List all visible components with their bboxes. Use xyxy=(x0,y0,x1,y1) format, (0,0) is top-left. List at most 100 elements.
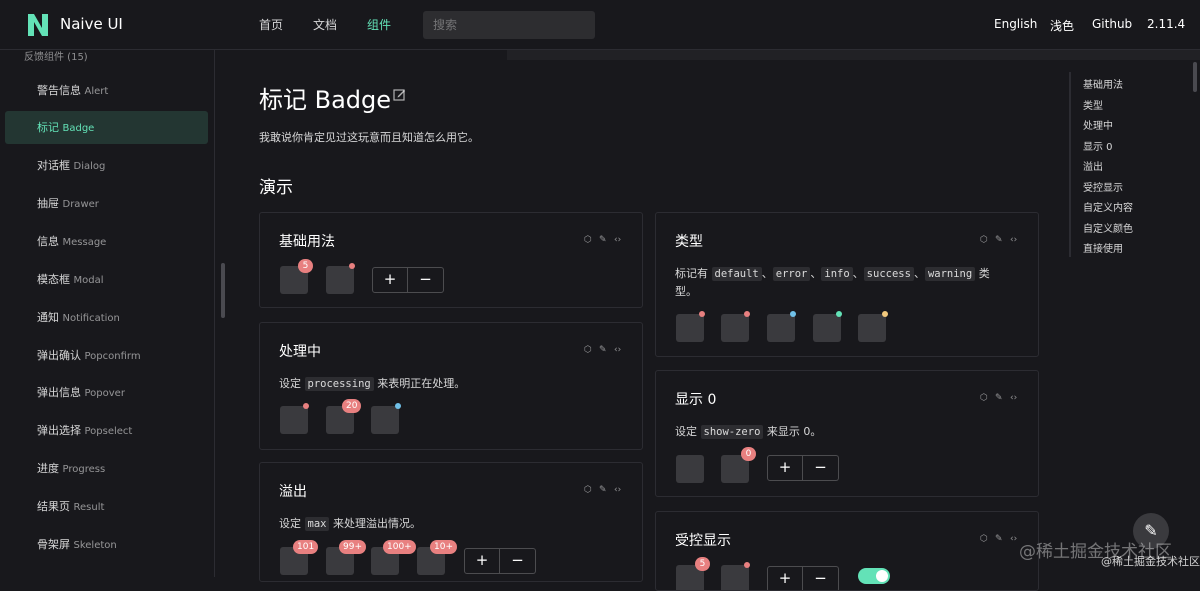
code-box-icon[interactable]: ⬡ xyxy=(980,393,990,403)
sidebar-item-cn: 抽屉 xyxy=(37,197,59,210)
show-switch[interactable] xyxy=(858,568,890,584)
code-icon[interactable]: ‹› xyxy=(1010,393,1020,403)
badge-target xyxy=(676,455,704,483)
sidebar-scrollbar[interactable] xyxy=(221,263,225,318)
page-title: 标记 Badge xyxy=(259,86,392,114)
decrement-button[interactable]: − xyxy=(803,455,839,481)
sidebar-item-message[interactable]: 信息 Message xyxy=(5,225,208,258)
badge-dot xyxy=(303,403,309,409)
code-box-icon[interactable]: ⬡ xyxy=(584,235,594,245)
anchor-link[interactable]: 自定义颜色 xyxy=(1083,220,1133,235)
code-box-icon[interactable]: ⬡ xyxy=(584,485,594,495)
brand-name[interactable]: Naive UI xyxy=(60,15,123,33)
sidebar-item-cn: 骨架屏 xyxy=(37,538,70,551)
card-description: 设定 max 来处理溢出情况。 xyxy=(279,515,421,533)
sidebar-item-result[interactable]: 结果页 Result xyxy=(5,490,208,523)
anchor-link[interactable]: 处理中 xyxy=(1083,117,1113,132)
sidebar-item-modal[interactable]: 模态框 Modal xyxy=(5,263,208,296)
sidebar-item-drawer[interactable]: 抽屉 Drawer xyxy=(5,187,208,220)
badge-count: 10+ xyxy=(430,540,457,554)
nav-docs[interactable]: 文档 xyxy=(313,16,337,33)
anchor-link[interactable]: 显示 0 xyxy=(1083,138,1113,153)
language-switch[interactable]: English xyxy=(994,17,1037,31)
card-toolbar: ⬡ ✎ ‹› xyxy=(980,393,1020,403)
sidebar-item-popover[interactable]: 弹出信息 Popover xyxy=(5,376,208,409)
increment-button[interactable]: + xyxy=(767,455,803,481)
inline-code: show-zero xyxy=(700,425,764,439)
card-toolbar: ⬡ ✎ ‹› xyxy=(584,235,624,245)
card-description: 设定 processing 来表明正在处理。 xyxy=(279,375,465,393)
desc-text: 来处理溢出情况。 xyxy=(329,517,421,530)
code-box-icon[interactable]: ⬡ xyxy=(980,235,990,245)
desc-text: 标记有 xyxy=(675,267,712,280)
theme-switch[interactable]: 浅色 xyxy=(1050,17,1074,34)
badge-count: 5 xyxy=(695,557,710,571)
code-icon[interactable]: ‹› xyxy=(1010,235,1020,245)
code-icon[interactable]: ‹› xyxy=(614,345,624,355)
demo-card-show-zero: 显示 0 ⬡ ✎ ‹› 设定 show-zero 来显示 0。 0 + − xyxy=(655,370,1039,497)
badge-target xyxy=(280,406,308,434)
nav-components[interactable]: 组件 xyxy=(367,16,391,33)
page-description: 我敢说你肯定见过这玩意而且知道怎么用它。 xyxy=(259,131,479,144)
anchor-link[interactable]: 基础用法 xyxy=(1083,76,1123,91)
badge-target xyxy=(721,565,749,590)
code-icon[interactable]: ‹› xyxy=(614,235,624,245)
pen-icon[interactable]: ✎ xyxy=(995,393,1005,403)
badge-dot-warning xyxy=(882,311,888,317)
badge-count: 101 xyxy=(293,540,319,554)
code-icon[interactable]: ‹› xyxy=(614,485,624,495)
pen-icon[interactable]: ✎ xyxy=(599,345,609,355)
badge-dot xyxy=(395,403,401,409)
anchor-link[interactable]: 溢出 xyxy=(1083,158,1103,173)
sidebar-item-cn: 进度 xyxy=(37,462,59,475)
demo-card-types: 类型 ⬡ ✎ ‹› 标记有 default、 error、 info、 success、 w… xyxy=(655,212,1039,357)
version-label[interactable]: 2.11.4 xyxy=(1147,17,1185,31)
card-title: 显示 0 xyxy=(675,392,717,408)
demo-card-processing: 处理中 ⬡ ✎ ‹› 设定 processing 来表明正在处理。 20 xyxy=(259,322,643,450)
badge-target xyxy=(767,314,795,342)
increment-button[interactable]: + xyxy=(464,548,500,574)
sidebar-item-dialog[interactable]: 对话框 Dialog xyxy=(5,149,208,182)
card-title: 类型 xyxy=(675,234,703,250)
sidebar-item-popconfirm[interactable]: 弹出确认 Popconfirm xyxy=(5,339,208,372)
sidebar-item-en: Badge xyxy=(62,123,95,134)
sidebar-item-cn: 标记 xyxy=(37,121,59,134)
separator: 、 xyxy=(810,267,822,280)
pen-icon[interactable]: ✎ xyxy=(995,235,1005,245)
decrement-button[interactable]: − xyxy=(500,548,536,574)
anchor-link[interactable]: 受控显示 xyxy=(1083,179,1123,194)
sidebar-item-en: Alert xyxy=(84,86,109,97)
pen-icon[interactable]: ✎ xyxy=(599,235,609,245)
pen-icon[interactable]: ✎ xyxy=(995,534,1005,544)
sidebar-item-alert[interactable]: 警告信息 Alert xyxy=(5,74,208,107)
nav-home[interactable]: 首页 xyxy=(259,16,283,33)
desc-text: 设定 xyxy=(675,425,701,438)
inline-code: error xyxy=(772,267,811,281)
sidebar-item-popselect[interactable]: 弹出选择 Popselect xyxy=(5,414,208,447)
increment-button[interactable]: + xyxy=(767,566,803,590)
card-description: 标记有 default、 error、 info、 success、 warning 类… xyxy=(675,265,1010,301)
pen-icon[interactable]: ✎ xyxy=(599,485,609,495)
code-box-icon[interactable]: ⬡ xyxy=(584,345,594,355)
github-link[interactable]: Github xyxy=(1092,17,1132,31)
section-title: 演示 xyxy=(259,178,293,198)
edit-icon[interactable] xyxy=(393,88,406,101)
anchor-link[interactable]: 类型 xyxy=(1083,97,1103,112)
code-box-icon[interactable]: ⬡ xyxy=(980,534,990,544)
card-description: 设定 show-zero 来显示 0。 xyxy=(675,423,821,441)
decrement-button[interactable]: − xyxy=(408,267,444,293)
sidebar-item-skeleton[interactable]: 骨架屏 Skeleton xyxy=(5,528,208,561)
sidebar: 反馈组件 (15) 警告信息 Alert 标记 Badge 对话框 Dialog… xyxy=(0,50,215,577)
sidebar-item-en: Modal xyxy=(73,275,104,286)
increment-button[interactable]: + xyxy=(372,267,408,293)
sidebar-item-badge[interactable]: 标记 Badge xyxy=(5,111,208,144)
sidebar-item-progress[interactable]: 进度 Progress xyxy=(5,452,208,485)
decrement-button[interactable]: − xyxy=(803,566,839,590)
sidebar-item-notification[interactable]: 通知 Notification xyxy=(5,301,208,334)
page-scrollbar[interactable] xyxy=(1193,62,1197,92)
naive-ui-logo-icon[interactable] xyxy=(26,12,50,38)
anchor-link[interactable]: 直接使用 xyxy=(1083,240,1123,255)
search-input[interactable] xyxy=(423,11,595,39)
anchor-link[interactable]: 自定义内容 xyxy=(1083,199,1133,214)
separator: 、 xyxy=(913,267,925,280)
